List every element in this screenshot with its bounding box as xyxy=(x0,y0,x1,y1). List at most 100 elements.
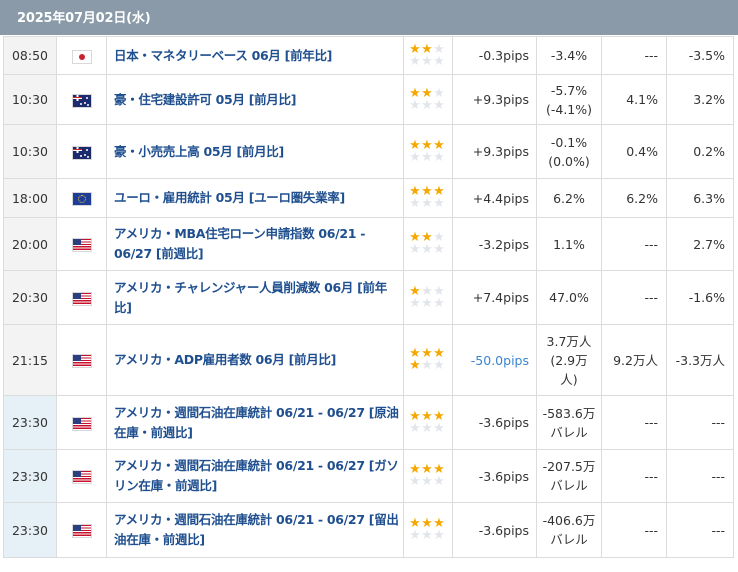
event-time: 23:30 xyxy=(3,502,57,558)
importance-rating: ★★★★★★ xyxy=(403,124,453,179)
us-flag-icon xyxy=(72,355,91,367)
table-row: 18:00 ユーロ・雇用統計 05月 [ユーロ圏失業率] ★★★★★★ +4.4pip… xyxy=(3,178,734,218)
previous-value-line: 47.0% xyxy=(549,290,589,305)
au-flag-icon xyxy=(72,94,91,107)
table-row: 20:30 アメリカ・チャレンジャー人員削減数 06月 [前年比] ★★★★★★ +7… xyxy=(3,270,734,325)
pips-change: -50.0pips xyxy=(452,324,537,396)
event-link[interactable]: 豪・住宅建設許可 05月 [前月比] xyxy=(114,92,296,107)
table-row: 21:15 アメリカ・ADP雇用者数 06月 [前月比] ★★★★★★ -50.0pi… xyxy=(3,324,734,396)
event-time: 20:30 xyxy=(3,270,57,325)
au-flag-icon xyxy=(72,146,91,159)
event-name-cell: ユーロ・雇用統計 05月 [ユーロ圏失業率] xyxy=(106,178,404,218)
star-empty-icon: ★ xyxy=(421,97,433,113)
star-rating: ★★★★★★ xyxy=(409,410,447,436)
result-value: --- xyxy=(666,502,734,558)
table-row: 10:30 豪・住宅建設許可 05月 [前月比] ★★★★★★ +9.3pips -5.… xyxy=(3,74,734,125)
star-empty-icon: ★ xyxy=(433,420,445,436)
result-value: --- xyxy=(666,449,734,503)
pips-change: -3.6pips xyxy=(452,502,537,558)
result-value: 2.7% xyxy=(666,217,734,271)
result-value: 0.2% xyxy=(666,124,734,179)
previous-value: -5.7% (-4.1%) xyxy=(536,74,602,125)
importance-rating: ★★★★★★ xyxy=(403,36,453,75)
event-link[interactable]: アメリカ・週間石油在庫統計 06/21 - 06/27 [原油在庫・前週比] xyxy=(114,405,399,440)
forecast-value: --- xyxy=(601,217,667,271)
table-row: 23:30 アメリカ・週間石油在庫統計 06/21 - 06/27 [留出油在庫・… xyxy=(3,502,734,558)
result-value: --- xyxy=(666,395,734,450)
star-empty-icon: ★ xyxy=(421,53,433,69)
star-empty-icon: ★ xyxy=(421,196,433,211)
star-empty-icon: ★ xyxy=(433,358,445,373)
star-rating: ★★★★★★ xyxy=(409,231,447,257)
event-time: 21:15 xyxy=(3,324,57,396)
result-value: -3.3万人 xyxy=(666,324,734,396)
flag-cell xyxy=(56,449,107,503)
star-empty-icon: ★ xyxy=(409,474,421,489)
event-name-cell: アメリカ・チャレンジャー人員削減数 06月 [前年比] xyxy=(106,270,404,325)
star-empty-icon: ★ xyxy=(409,295,421,311)
previous-value-line: 人) xyxy=(560,371,578,387)
event-link[interactable]: 豪・小売売上高 05月 [前月比] xyxy=(114,144,284,159)
star-empty-icon: ★ xyxy=(409,97,421,113)
star-empty-icon: ★ xyxy=(433,528,445,543)
event-link[interactable]: 日本・マネタリーベース 06月 [前年比] xyxy=(114,48,332,63)
previous-value-line: -406.6万 xyxy=(542,513,596,528)
previous-value-line: 6.2% xyxy=(553,190,585,206)
forecast-value: --- xyxy=(601,36,667,75)
importance-rating: ★★★★★★ xyxy=(403,395,453,450)
event-link[interactable]: ユーロ・雇用統計 05月 [ユーロ圏失業率] xyxy=(114,190,345,205)
result-value: -3.5% xyxy=(666,36,734,75)
event-time: 08:50 xyxy=(3,36,57,75)
star-rating: ★★★★★★ xyxy=(409,463,447,489)
star-empty-icon: ★ xyxy=(421,149,433,165)
importance-rating: ★★★★★★ xyxy=(403,217,453,271)
star-empty-icon: ★ xyxy=(421,242,433,257)
previous-value-line: -207.5万 xyxy=(542,459,596,474)
event-name-cell: アメリカ・週間石油在庫統計 06/21 - 06/27 [ガソリン在庫・前週比] xyxy=(106,449,404,503)
star-empty-icon: ★ xyxy=(421,358,433,373)
star-rating: ★★★★★★ xyxy=(409,43,447,69)
result-value: 6.3% xyxy=(666,178,734,218)
event-time: 23:30 xyxy=(3,395,57,450)
pips-change: -0.3pips xyxy=(452,36,537,75)
star-empty-icon: ★ xyxy=(421,295,433,311)
pips-change: +7.4pips xyxy=(452,270,537,325)
pips-change: +9.3pips xyxy=(452,74,537,125)
forecast-value: 9.2万人 xyxy=(601,324,667,396)
event-link[interactable]: アメリカ・週間石油在庫統計 06/21 - 06/27 [留出油在庫・前週比] xyxy=(114,512,399,547)
previous-value-line: 3.7万人 xyxy=(546,333,592,349)
star-empty-icon: ★ xyxy=(433,474,445,489)
event-link[interactable]: アメリカ・MBA住宅ローン申請指数 06/21 - 06/27 [前週比] xyxy=(114,226,365,261)
star-rating: ★★★★★★ xyxy=(409,185,447,211)
pips-change: -3.6pips xyxy=(452,449,537,503)
table-row: 23:30 アメリカ・週間石油在庫統計 06/21 - 06/27 [原油在庫・前… xyxy=(3,395,734,450)
table-row: 10:30 豪・小売売上高 05月 [前月比] ★★★★★★ +9.3pips -0.1… xyxy=(3,124,734,179)
star-empty-icon: ★ xyxy=(433,149,445,165)
previous-value: 3.7万人 (2.9万人) xyxy=(536,324,602,396)
star-empty-icon: ★ xyxy=(421,474,433,489)
previous-value-line: (0.0%) xyxy=(548,153,590,169)
event-name-cell: 豪・小売売上高 05月 [前月比] xyxy=(106,124,404,179)
previous-value-line: バレル xyxy=(550,424,588,440)
result-value: -1.6% xyxy=(666,270,734,325)
event-time: 18:00 xyxy=(3,178,57,218)
previous-value-line: (2.9万 xyxy=(550,352,588,368)
pips-change: +9.3pips xyxy=(452,124,537,179)
star-empty-icon: ★ xyxy=(409,242,421,257)
star-rating: ★★★★★★ xyxy=(409,517,447,543)
event-name-cell: アメリカ・週間石油在庫統計 06/21 - 06/27 [留出油在庫・前週比] xyxy=(106,502,404,558)
calendar-table: 08:50 日本・マネタリーベース 06月 [前年比] ★★★★★★ -0.3pips… xyxy=(3,36,734,558)
flag-cell xyxy=(56,178,107,218)
event-name-cell: アメリカ・週間石油在庫統計 06/21 - 06/27 [原油在庫・前週比] xyxy=(106,395,404,450)
star-empty-icon: ★ xyxy=(433,196,445,211)
event-link[interactable]: アメリカ・ADP雇用者数 06月 [前月比] xyxy=(114,352,336,367)
us-flag-icon xyxy=(72,471,91,483)
star-rating: ★★★★★★ xyxy=(409,87,447,113)
importance-rating: ★★★★★★ xyxy=(403,178,453,218)
star-empty-icon: ★ xyxy=(409,53,421,69)
us-flag-icon xyxy=(72,417,91,430)
previous-value-line: バレル xyxy=(550,478,588,493)
event-link[interactable]: アメリカ・週間石油在庫統計 06/21 - 06/27 [ガソリン在庫・前週比] xyxy=(114,458,399,493)
previous-value-line: -5.7% xyxy=(550,82,588,98)
event-link[interactable]: アメリカ・チャレンジャー人員削減数 06月 [前年比] xyxy=(114,280,387,315)
